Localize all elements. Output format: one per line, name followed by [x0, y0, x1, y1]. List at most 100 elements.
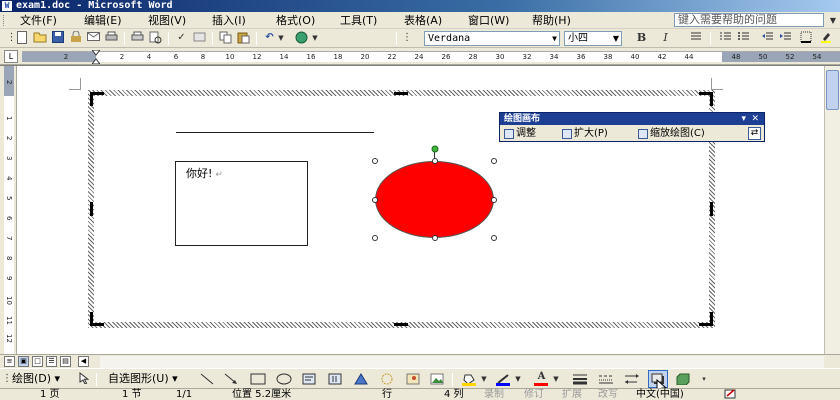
canvas-resize-handle[interactable]: [394, 92, 408, 95]
canvas-resize-handle[interactable]: [710, 202, 713, 216]
menu-view[interactable]: 视图(V): [148, 14, 186, 27]
menu-table[interactable]: 表格(A): [404, 14, 442, 27]
help-question-input[interactable]: 键入需要帮助的问题: [674, 13, 824, 27]
bold-button[interactable]: B: [634, 31, 649, 45]
permission-icon[interactable]: [68, 30, 83, 45]
insert-picture-icon[interactable]: [430, 373, 444, 385]
select-objects-icon[interactable]: [76, 371, 91, 386]
scroll-left-arrow-icon[interactable]: ◀: [78, 356, 89, 367]
line-shape[interactable]: [176, 132, 374, 133]
toolbar-options-arrow-icon[interactable]: ▼: [310, 31, 320, 45]
3d-style-icon[interactable]: [676, 373, 690, 385]
canvas-resize-handle[interactable]: [90, 312, 93, 326]
vertical-scroll-thumb[interactable]: [826, 70, 839, 110]
oval-selection-handle[interactable]: [432, 235, 438, 241]
italic-button[interactable]: I: [658, 31, 673, 45]
rotation-handle[interactable]: [431, 145, 439, 153]
tab-selector[interactable]: L: [4, 50, 18, 63]
oval-selection-handle[interactable]: [372, 158, 378, 164]
oval-selection-handle[interactable]: [491, 197, 497, 203]
font-size-select[interactable]: 小四 ▼: [564, 31, 622, 46]
font-size-dropdown-icon[interactable]: ▼: [613, 32, 619, 45]
status-ext[interactable]: 扩展: [562, 389, 582, 400]
paste-icon[interactable]: [236, 31, 251, 45]
text-box[interactable]: 你好! ↵: [175, 161, 308, 246]
line-style-icon[interactable]: [572, 373, 588, 385]
canvas-resize-handle[interactable]: [710, 92, 713, 106]
reading-layout-view-icon[interactable]: ▤: [60, 356, 71, 367]
fit-button[interactable]: 调整: [504, 127, 536, 140]
diagram-icon[interactable]: [380, 373, 394, 385]
menu-tools[interactable]: 工具(T): [340, 14, 377, 27]
spelling-grammar-icon[interactable]: ✓: [174, 31, 189, 45]
research-icon[interactable]: [192, 31, 207, 45]
status-ovr[interactable]: 改写: [598, 389, 618, 400]
help-dropdown-arrow-icon[interactable]: ▼: [830, 16, 836, 25]
close-icon[interactable]: ✕: [751, 113, 759, 125]
print-icon[interactable]: [104, 31, 119, 45]
clip-art-icon[interactable]: [406, 373, 420, 385]
menu-insert[interactable]: 插入(I): [212, 14, 246, 27]
menu-grip[interactable]: [3, 15, 6, 26]
toolbar-options-arrow-icon[interactable]: ▾: [700, 372, 708, 386]
borders-icon[interactable]: [798, 31, 813, 45]
print-preview-icon[interactable]: [148, 31, 163, 45]
new-document-icon[interactable]: [14, 31, 29, 45]
oval-selection-handle[interactable]: [491, 235, 497, 241]
canvas-resize-handle[interactable]: [710, 312, 713, 326]
wordart-icon[interactable]: [354, 373, 368, 385]
draw-menu-button[interactable]: 绘图(D) ▾: [12, 372, 60, 386]
canvas-resize-handle[interactable]: [394, 323, 408, 326]
undo-icon[interactable]: ↶: [262, 31, 277, 45]
canvas-resize-handle[interactable]: [90, 202, 93, 216]
font-name-select[interactable]: Verdana ▼: [424, 31, 560, 46]
undo-dropdown-arrow-icon[interactable]: ▼: [276, 31, 286, 45]
font-color-dropdown-icon[interactable]: ▼: [552, 372, 560, 386]
menu-help[interactable]: 帮助(H): [532, 14, 571, 27]
autoshapes-menu-button[interactable]: 自选图形(U) ▾: [108, 372, 178, 386]
menu-format[interactable]: 格式(O): [276, 14, 315, 27]
oval-tool-icon[interactable]: [276, 373, 292, 385]
red-oval-shape[interactable]: [375, 161, 494, 238]
increase-indent-icon[interactable]: [778, 31, 793, 45]
oval-selection-handle[interactable]: [372, 197, 378, 203]
status-rec[interactable]: 录制: [484, 389, 504, 400]
print-icon-2[interactable]: [130, 31, 145, 45]
menu-file[interactable]: 文件(F): [20, 14, 57, 27]
line-tool-icon[interactable]: [200, 373, 214, 385]
status-trk[interactable]: 修订: [524, 389, 544, 400]
oval-selection-handle[interactable]: [491, 158, 497, 164]
horizontal-scroll-track[interactable]: [100, 356, 824, 368]
horizontal-ruler[interactable]: 2 2 4 6 8 10 12 14 16 18 20 22 24 26 28 …: [22, 50, 840, 64]
oval-selection-handle[interactable]: [372, 235, 378, 241]
dash-style-icon[interactable]: [598, 373, 614, 385]
spelling-status-icon[interactable]: [724, 389, 738, 400]
vertical-scrollbar[interactable]: [824, 66, 840, 354]
toolbar-grip-icon[interactable]: ⋮: [402, 31, 412, 45]
align-justify-icon[interactable]: [688, 31, 703, 45]
hyperlink-globe-icon[interactable]: [294, 31, 309, 45]
bullets-icon[interactable]: [736, 31, 751, 45]
open-folder-icon[interactable]: [32, 31, 47, 45]
text-wrapping-icon[interactable]: ⇄: [748, 127, 761, 140]
canvas-resize-handle[interactable]: [90, 92, 93, 106]
save-icon[interactable]: [50, 31, 65, 45]
rectangle-tool-icon[interactable]: [250, 373, 266, 385]
first-line-indent-marker-icon[interactable]: [92, 50, 100, 64]
normal-view-icon[interactable]: ≡: [4, 356, 15, 367]
fill-color-dropdown-icon[interactable]: ▼: [480, 372, 488, 386]
arrow-style-icon[interactable]: [624, 373, 640, 385]
web-layout-view-icon[interactable]: ▣: [18, 356, 29, 367]
drawing-canvas-toolbar-title-bar[interactable]: 绘图画布 ▾ ✕: [500, 113, 764, 125]
font-color-icon[interactable]: A: [534, 370, 549, 384]
font-name-dropdown-icon[interactable]: ▼: [552, 32, 557, 45]
highlight-icon[interactable]: [818, 31, 833, 45]
menu-window[interactable]: 窗口(W): [468, 14, 509, 27]
menu-edit[interactable]: 编辑(E): [84, 14, 122, 27]
toolbar-options-arrow-icon[interactable]: ▾: [741, 113, 746, 125]
vertical-text-box-tool-icon[interactable]: [328, 373, 342, 385]
arrow-tool-icon[interactable]: [224, 373, 238, 385]
text-box-tool-icon[interactable]: [302, 373, 316, 385]
vertical-ruler[interactable]: 2 1 2 3 4 5 6 7 8 9 10 11 12: [0, 66, 17, 354]
numbering-icon[interactable]: [718, 31, 733, 45]
